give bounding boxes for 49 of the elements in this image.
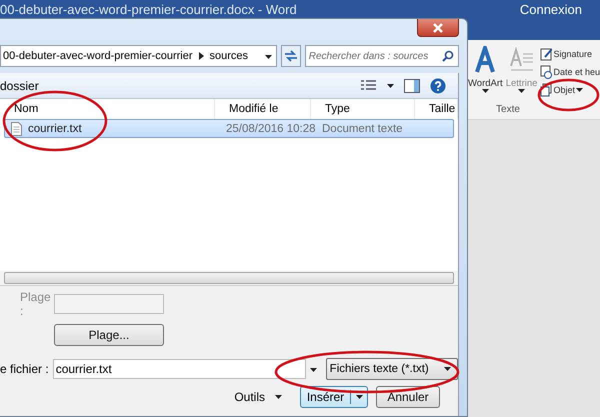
new-folder-button[interactable]: dossier (0, 78, 39, 92)
breadcrumb-item[interactable]: 00-debuter-avec-word-premier-courrier (3, 50, 193, 62)
preview-pane-icon (404, 78, 420, 92)
file-name-field[interactable]: courrier.txt (52, 359, 306, 379)
calendar-clock-icon (540, 65, 552, 79)
group-label: Texte (495, 103, 521, 117)
caret-icon (356, 395, 362, 399)
ribbon-button[interactable]: Objet (540, 82, 600, 98)
horizontal-scrollbar[interactable] (0, 271, 458, 285)
file-name: courrier.txt (28, 122, 82, 134)
text-file-icon (11, 122, 22, 136)
view-dropdown[interactable] (387, 84, 394, 88)
drop-cap-icon (508, 46, 535, 74)
ribbon-button[interactable]: Signature (540, 46, 600, 62)
file-row[interactable]: courrier.txt 25/08/2016 10:28 Document texte (4, 119, 454, 138)
range-label: Plage : (20, 290, 48, 318)
breadcrumb-item[interactable]: sources (210, 50, 248, 62)
list-view-icon (361, 80, 377, 92)
caret-icon (264, 54, 272, 58)
search-icon (442, 50, 454, 62)
address-bar[interactable]: 00-debuter-avec-word-premier-courrier sources (0, 45, 278, 67)
ribbon-button[interactable]: WordArt (468, 46, 503, 100)
annotation-ellipse (538, 78, 600, 112)
caret-icon (576, 88, 583, 92)
refresh-button[interactable] (281, 45, 301, 67)
caret-icon (275, 395, 282, 399)
preview-pane-button[interactable] (404, 78, 420, 92)
caret-icon (444, 367, 451, 371)
cancel-button[interactable]: Annuler (376, 386, 440, 408)
close-icon (433, 22, 443, 32)
view-button[interactable] (361, 80, 377, 92)
ribbon-button[interactable]: Date et heu (540, 64, 600, 80)
caret-icon (482, 89, 489, 93)
search-field[interactable]: Rechercher dans : sources (304, 45, 459, 67)
caret-icon (387, 84, 394, 88)
sign-in-link[interactable]: Connexion (520, 2, 582, 17)
file-name-label: e fichier : (0, 362, 49, 376)
signature-pen-icon (540, 47, 552, 61)
file-type-select[interactable]: Fichiers texte (*.txt) (326, 358, 458, 380)
close-button[interactable] (417, 19, 459, 37)
help-button[interactable] (430, 78, 446, 94)
object-icon (540, 83, 552, 97)
tools-menu[interactable]: Outils (228, 389, 288, 405)
chevron-icon (198, 52, 204, 60)
caret-icon (518, 89, 526, 93)
refresh-icon (284, 50, 298, 62)
wordart-icon (474, 46, 496, 74)
window-title: 00-debuter-avec-word-premier-courrier.docx - Word (0, 2, 297, 17)
caret-icon (310, 368, 318, 372)
